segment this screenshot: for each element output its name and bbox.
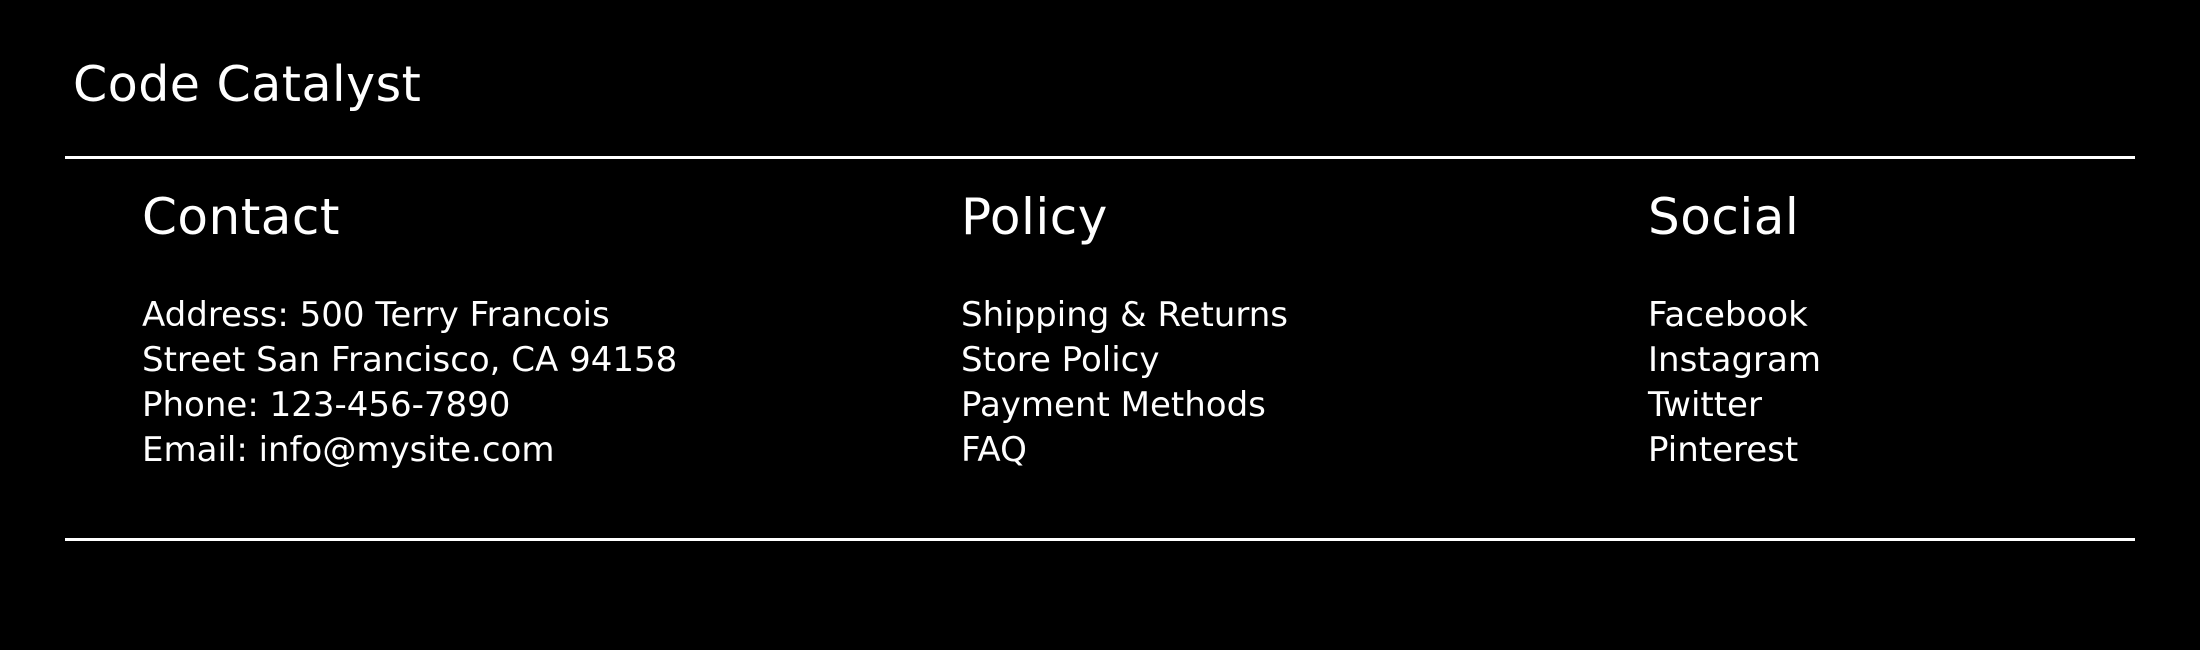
instagram-link[interactable]: Instagram	[1648, 340, 1821, 380]
pinterest-link[interactable]: Pinterest	[1648, 430, 1798, 470]
policy-heading: Policy	[961, 188, 1108, 246]
site-title[interactable]: Code Catalyst	[73, 58, 421, 112]
facebook-link[interactable]: Facebook	[1648, 295, 1808, 335]
twitter-link[interactable]: Twitter	[1648, 385, 1762, 425]
contact-heading: Contact	[142, 188, 341, 246]
bottom-divider	[65, 538, 2135, 541]
payment-methods-link[interactable]: Payment Methods	[961, 385, 1266, 425]
contact-phone: Phone: 123-456-7890	[142, 385, 511, 425]
contact-section: Contact Address: 500 Terry Francois Stre…	[142, 184, 677, 470]
contact-address-line-1: Address: 500 Terry Francois	[142, 295, 610, 335]
top-divider	[65, 156, 2135, 159]
shipping-returns-link[interactable]: Shipping & Returns	[961, 295, 1288, 335]
social-section: Social Facebook Instagram Twitter Pinter…	[1648, 184, 1821, 470]
contact-details: Address: 500 Terry Francois Street San F…	[142, 293, 677, 473]
contact-email: Email: info@mysite.com	[142, 430, 555, 470]
contact-address-line-2: Street San Francisco, CA 94158	[142, 340, 678, 380]
social-heading: Social	[1648, 188, 1800, 246]
policy-links: Shipping & Returns Store Policy Payment …	[961, 293, 1288, 473]
policy-section: Policy Shipping & Returns Store Policy P…	[961, 184, 1288, 470]
store-policy-link[interactable]: Store Policy	[961, 340, 1159, 380]
faq-link[interactable]: FAQ	[961, 430, 1027, 470]
social-links: Facebook Instagram Twitter Pinterest	[1648, 293, 1821, 473]
